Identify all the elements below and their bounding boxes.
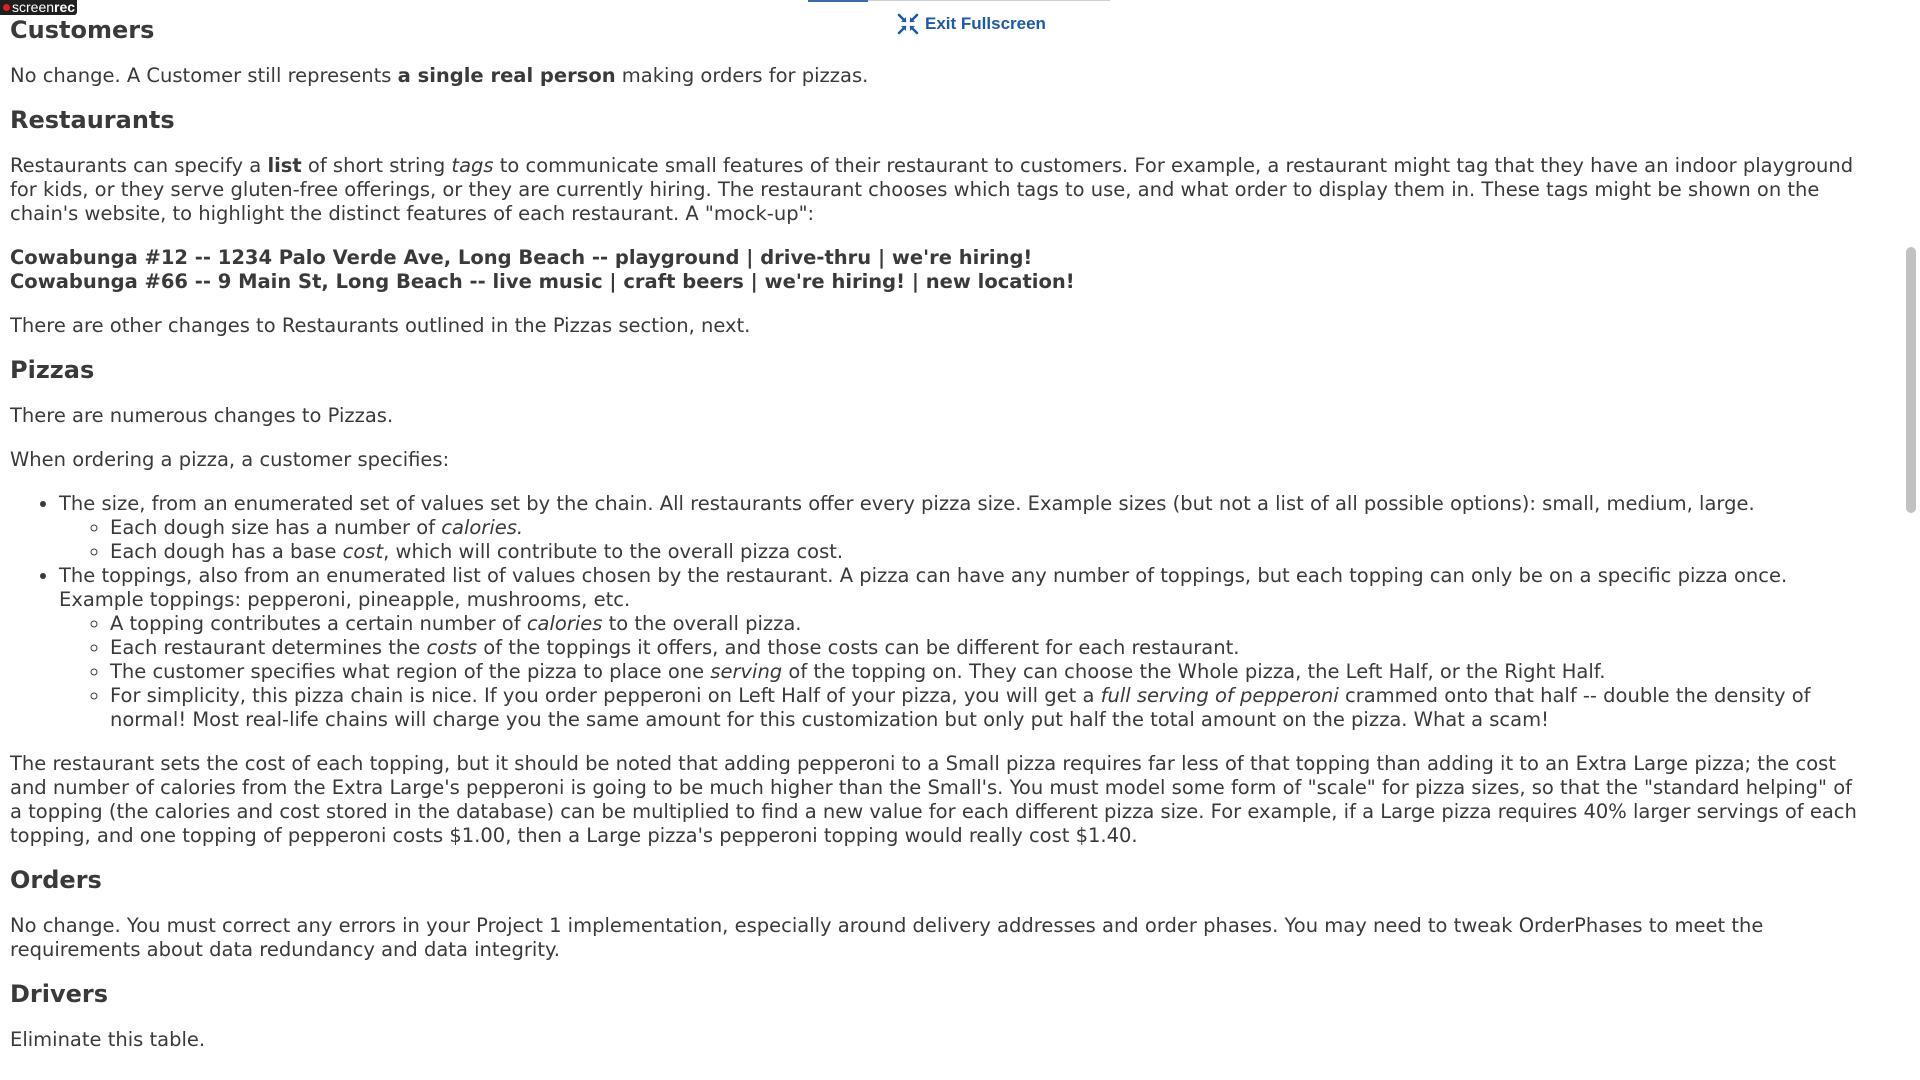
text-span: The customer specifies what region of th… — [110, 660, 711, 683]
mockup-line: Cowabunga #66 -- 9 Main St, Long Beach -… — [10, 270, 1075, 293]
sub-list: Each dough size has a number of calories… — [59, 516, 1870, 564]
recorder-brand-thin: screen — [12, 0, 55, 15]
list-item: A topping contributes a certain number o… — [110, 612, 1870, 636]
pizza-spec-list: The size, from an enumerated set of valu… — [10, 492, 1870, 732]
sub-list: A topping contributes a certain number o… — [59, 612, 1870, 732]
italic-text: costs — [426, 636, 478, 659]
drivers-paragraph: Eliminate this table. — [10, 1028, 206, 1051]
list-item: The size, from an enumerated set of valu… — [59, 492, 1870, 564]
text-span: of short string — [301, 154, 452, 177]
text-span: Restaurants can specify a — [10, 154, 268, 177]
text-span: Each dough has a base — [110, 540, 343, 563]
text-span: For simplicity, this pizza chain is nice… — [110, 684, 1101, 707]
pizzas-paragraph-2: When ordering a pizza, a customer specif… — [10, 448, 450, 471]
text-span: of the toppings it offers, and those cos… — [477, 636, 1240, 659]
text-span: of the topping on. They can choose the W… — [782, 660, 1606, 683]
text-span: , which will contribute to the overall p… — [383, 540, 844, 563]
list-item: Each dough size has a number of calories… — [110, 516, 1870, 540]
list-item: Each dough has a base cost, which will c… — [110, 540, 1870, 564]
italic-text: calories — [526, 612, 603, 635]
list-item: The customer specifies what region of th… — [110, 660, 1870, 684]
section-heading-customers: Customers — [10, 16, 155, 44]
record-dot-icon — [3, 4, 10, 11]
text-span: making orders for pizzas. — [615, 64, 869, 87]
section-heading-restaurants: Restaurants — [10, 106, 175, 134]
list-item-text: The toppings, also from an enumerated li… — [59, 564, 1788, 611]
orders-paragraph: No change. You must correct any errors i… — [10, 914, 1764, 961]
italic-text: serving — [710, 660, 783, 683]
text-span: No change. A Customer still represents — [10, 64, 398, 87]
section-heading-pizzas: Pizzas — [10, 356, 95, 384]
italic-text: full serving of pepperoni — [1100, 684, 1339, 707]
scrollbar-thumb[interactable] — [1906, 247, 1916, 513]
pizzas-paragraph-3: The restaurant sets the cost of each top… — [10, 752, 1857, 847]
list-item: The toppings, also from an enumerated li… — [59, 564, 1870, 732]
pizzas-paragraph-1: There are numerous changes to Pizzas. — [10, 404, 394, 427]
text-span: to the overall pizza. — [602, 612, 802, 635]
section-heading-orders: Orders — [10, 866, 102, 894]
list-item-text: The size, from an enumerated set of valu… — [59, 492, 1755, 515]
italic-text: cost — [342, 540, 384, 563]
recorder-brand-bold: rec — [54, 0, 76, 15]
mockup-line: Cowabunga #12 -- 1234 Palo Verde Ave, Lo… — [10, 246, 1033, 269]
restaurant-mockup: Cowabunga #12 -- 1234 Palo Verde Ave, Lo… — [10, 246, 1870, 294]
text-span: Each dough size has a number of — [110, 516, 442, 539]
list-item: Each restaurant determines the costs of … — [110, 636, 1870, 660]
italic-text: tags — [451, 154, 494, 177]
text-span: A topping contributes a certain number o… — [110, 612, 527, 635]
bold-text: list — [267, 154, 302, 177]
document-content: Customers No change. A Customer still re… — [10, 0, 1870, 1052]
customers-paragraph: No change. A Customer still represents a… — [10, 64, 1870, 88]
restaurants-paragraph: Restaurants can specify a list of short … — [10, 154, 1870, 226]
list-item: For simplicity, this pizza chain is nice… — [110, 684, 1870, 732]
bold-text: a single real person — [397, 64, 616, 87]
section-heading-drivers: Drivers — [10, 980, 109, 1008]
screen-recorder-badge: screen rec — [0, 0, 78, 15]
vertical-scrollbar[interactable] — [1903, 0, 1920, 1080]
restaurants-paragraph-2: There are other changes to Restaurants o… — [10, 314, 751, 337]
italic-text: calories. — [441, 516, 524, 539]
text-span: Each restaurant determines the — [110, 636, 427, 659]
